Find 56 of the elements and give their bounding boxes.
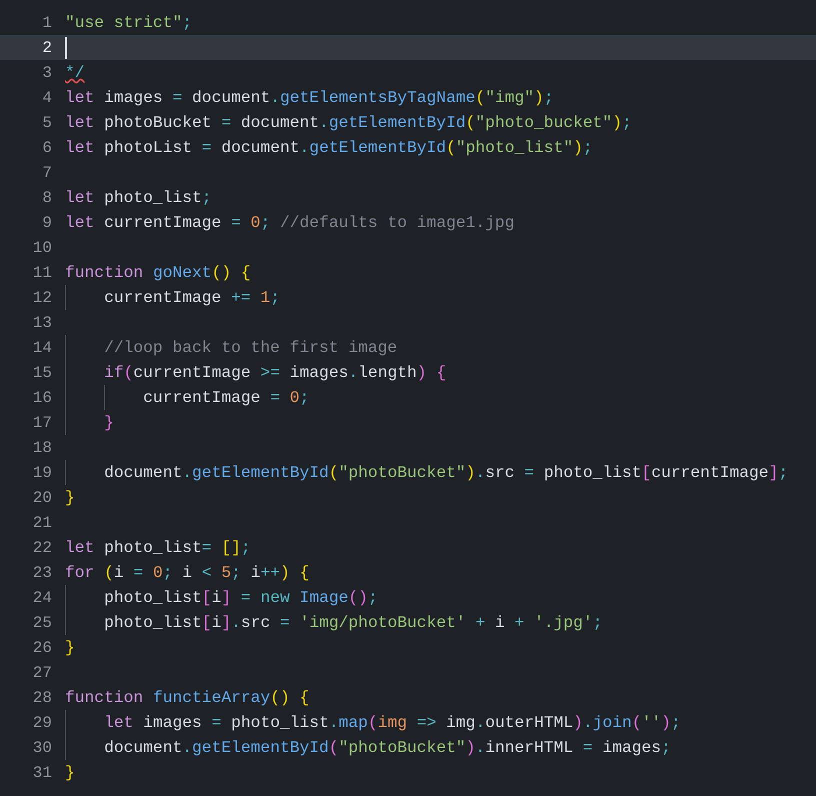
line-number: 26	[32, 638, 52, 658]
code-line: "use strict";	[65, 12, 192, 34]
line-number: 31	[32, 762, 52, 784]
line-number: 22	[32, 538, 52, 558]
code-line: let photoBucket = document.getElementById("photo_bucket");	[65, 112, 632, 134]
line-number: 17	[32, 412, 52, 434]
line-number: 28	[32, 688, 52, 708]
code-line: currentImage += 1;	[103, 287, 280, 309]
line-number: 27	[32, 662, 52, 684]
code-line: //loop back to the first image	[103, 337, 398, 359]
line-number: 16	[32, 388, 52, 408]
code-line: currentImage = 0;	[142, 387, 310, 409]
line-number: 23	[32, 562, 52, 584]
line-number: 1	[41, 12, 52, 34]
code-line: photo_list[i].src = 'img/photoBucket' + i + '.jpg';	[103, 612, 602, 634]
line-number: 9	[41, 212, 52, 234]
line-number: 5	[41, 112, 52, 134]
line-number: 29	[32, 712, 52, 734]
line-number: 30	[32, 738, 52, 758]
line-number: 10	[32, 238, 52, 258]
line-number: 15	[32, 362, 52, 384]
code-line: let photo_list= [];	[65, 537, 251, 559]
line-number: 8	[41, 188, 52, 208]
code-line: function functieArray() {	[65, 687, 310, 709]
code-line: function goNext() {	[65, 262, 251, 284]
code-line: }	[65, 487, 75, 509]
line-number: 2	[41, 38, 52, 58]
code-line: document.getElementById("photoBucket").innerHTML = images;	[103, 737, 671, 759]
code-line: */	[65, 62, 85, 84]
line-number: 4	[41, 88, 52, 108]
code-line: photo_list[i] = new Image();	[103, 587, 378, 609]
line-number: 6	[41, 138, 52, 158]
line-number: 12	[32, 288, 52, 308]
code-line: let images = photo_list.map(img => img.outerHTML).join('');	[103, 712, 681, 734]
code-line: }	[65, 762, 75, 784]
code-line: }	[103, 412, 114, 434]
line-number: 24	[32, 588, 52, 608]
line-number: 20	[32, 488, 52, 508]
line-number: 3	[41, 62, 52, 84]
code-line: let images = document.getElementsByTagName("img");	[65, 87, 554, 109]
line-number: 19	[32, 462, 52, 484]
code-line: let currentImage = 0; //defaults to image1.jpg	[65, 212, 514, 234]
line-number: 7	[41, 162, 52, 184]
line-number: 21	[32, 512, 52, 534]
code-line: }	[65, 637, 75, 659]
line-number: 18	[32, 438, 52, 458]
line-number: 13	[32, 312, 52, 334]
code-line: let photoList = document.getElementById("photo_list");	[65, 137, 593, 159]
line-number: 11	[32, 262, 52, 284]
code-line: for (i = 0; i < 5; i++) {	[65, 562, 310, 584]
code-line: let photo_list;	[65, 187, 212, 209]
code-line: if(currentImage >= images.length) {	[103, 362, 446, 384]
line-number: 25	[32, 612, 52, 634]
code-line: document.getElementById("photoBucket").src = photo_list[currentImage];	[103, 462, 788, 484]
line-number: 14	[32, 338, 52, 358]
text-cursor	[65, 36, 67, 58]
